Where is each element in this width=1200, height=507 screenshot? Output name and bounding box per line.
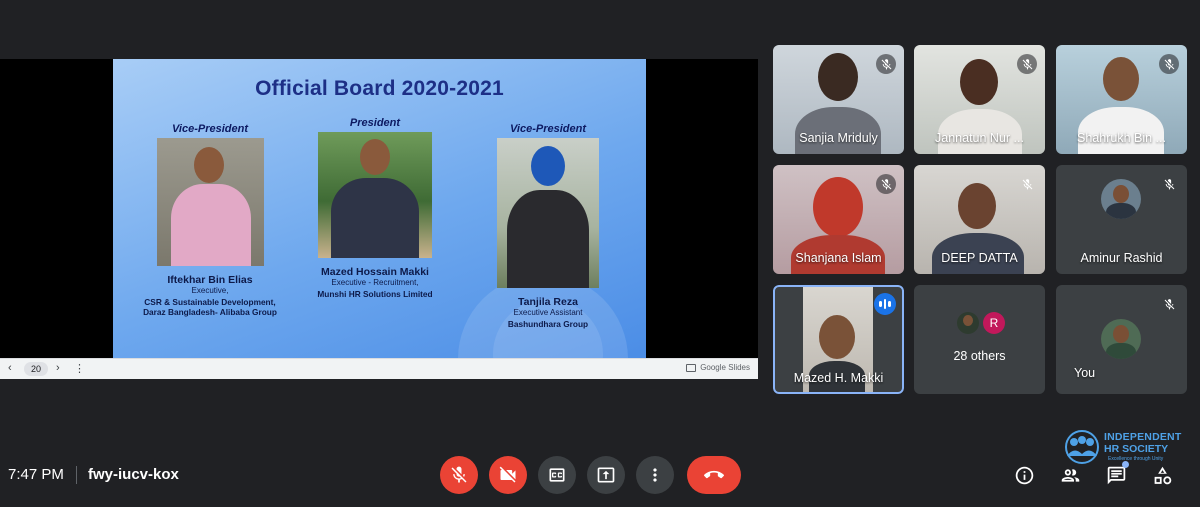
participant-name: DEEP DATTA xyxy=(941,251,1018,265)
captions-icon xyxy=(549,468,565,482)
others-count: 28 others xyxy=(953,349,1006,363)
slides-icon xyxy=(686,363,697,372)
mic-off-icon xyxy=(1159,54,1179,74)
member-role: President xyxy=(349,117,401,129)
prev-slide-button[interactable]: ‹ xyxy=(8,362,12,374)
hang-up-icon xyxy=(704,470,724,479)
board-member: Vice-President Tanjila Reza Executive As… xyxy=(458,123,638,329)
participant-name: Shanjana Islam xyxy=(795,251,882,265)
member-detail: Bashundhara Group xyxy=(507,318,589,329)
member-detail: Executive, xyxy=(191,286,229,295)
member-role: Vice-President xyxy=(171,123,248,135)
notification-dot xyxy=(1122,461,1129,468)
activities-icon xyxy=(1154,466,1171,484)
mic-off-icon xyxy=(451,466,467,483)
participant-name: Aminur Rashid xyxy=(1080,251,1163,265)
participant-name: Shahrukh Bin ... xyxy=(1077,131,1166,145)
chat-button[interactable] xyxy=(1105,461,1129,486)
google-slides-label[interactable]: Google Slides xyxy=(686,363,750,372)
more-options-button[interactable] xyxy=(636,456,674,494)
member-name: Tanjila Reza xyxy=(518,296,578,308)
participant-tile[interactable]: Shahrukh Bin ... xyxy=(1056,45,1187,154)
divider xyxy=(76,466,77,484)
mic-off-icon xyxy=(1017,54,1037,74)
mic-off-icon xyxy=(876,54,896,74)
others-tile[interactable]: R 28 others xyxy=(914,285,1045,394)
mic-off-icon xyxy=(876,174,896,194)
speaking-indicator-icon xyxy=(874,293,896,315)
camera-off-icon xyxy=(499,466,516,483)
present-icon xyxy=(597,467,615,483)
avatar xyxy=(1101,179,1141,219)
member-detail: CSR & Sustainable Development, xyxy=(144,296,276,307)
participant-tile[interactable]: Aminur Rashid xyxy=(1056,165,1187,274)
self-tile[interactable]: You xyxy=(1056,285,1187,394)
board-member: Vice-President Iftekhar Bin Elias Execut… xyxy=(120,123,300,318)
avatar xyxy=(1101,319,1141,359)
member-name: Iftekhar Bin Elias xyxy=(167,274,253,286)
mic-off-icon xyxy=(1159,294,1179,314)
meeting-details-button[interactable] xyxy=(1013,464,1035,486)
member-photo xyxy=(318,132,432,258)
mic-off-icon xyxy=(1017,174,1037,194)
board-member: President Mazed Hossain Makki Executive … xyxy=(285,117,465,299)
member-detail: Munshi HR Solutions Limited xyxy=(317,288,433,299)
avatar-letter: R xyxy=(983,312,1005,334)
captions-button[interactable] xyxy=(538,456,576,494)
info-icon xyxy=(1015,466,1033,484)
participant-tile[interactable]: DEEP DATTA xyxy=(914,165,1045,274)
leave-call-button[interactable] xyxy=(687,456,741,494)
member-detail: Executive Assistant xyxy=(513,308,583,317)
participant-name: Jannatun Nur ... xyxy=(935,131,1024,145)
member-detail: Executive - Recruitment, xyxy=(331,278,419,287)
meeting-controls-bar: 7:47 PM fwy-iucv-kox xyxy=(0,440,1200,507)
slide: Official Board 2020-2021 Vice-President … xyxy=(113,59,646,358)
member-name: Mazed Hossain Makki xyxy=(321,266,429,278)
participant-tile-speaking[interactable]: Mazed H. Makki xyxy=(773,285,904,394)
slides-more-button[interactable]: ⋮ xyxy=(74,362,85,375)
member-role: Vice-President xyxy=(509,123,586,135)
more-vert-icon xyxy=(653,468,657,482)
participant-name: Mazed H. Makki xyxy=(793,371,884,385)
participant-tile[interactable]: Jannatun Nur ... xyxy=(914,45,1045,154)
next-slide-button[interactable]: › xyxy=(56,362,60,374)
mic-off-icon xyxy=(1159,174,1179,194)
people-button[interactable] xyxy=(1059,464,1081,486)
participant-name: You xyxy=(1074,366,1096,380)
present-now-button[interactable] xyxy=(587,456,625,494)
slide-title: Official Board 2020-2021 xyxy=(255,77,504,100)
clock: 7:47 PM xyxy=(8,466,64,483)
member-photo xyxy=(156,138,264,266)
participant-tile[interactable]: Shanjana Islam xyxy=(773,165,904,274)
presentation-area: Official Board 2020-2021 Vice-President … xyxy=(0,59,758,379)
people-icon xyxy=(1061,468,1079,482)
others-avatars: R xyxy=(957,312,1005,334)
member-detail: Daraz Bangladesh- Alibaba Group xyxy=(143,307,277,317)
participant-tile[interactable]: Sanjia Mriduly xyxy=(773,45,904,154)
slides-toolbar: ‹ 20 › ⋮ Google Slides xyxy=(0,358,758,379)
camera-toggle-button[interactable] xyxy=(489,456,527,494)
mic-toggle-button[interactable] xyxy=(440,456,478,494)
slide-page-number[interactable]: 20 xyxy=(24,362,48,376)
participant-name: Sanjia Mriduly xyxy=(799,131,878,145)
member-photo xyxy=(497,138,599,288)
activities-button[interactable] xyxy=(1151,464,1173,486)
meeting-code[interactable]: fwy-iucv-kox xyxy=(88,466,179,483)
avatar xyxy=(957,312,979,334)
